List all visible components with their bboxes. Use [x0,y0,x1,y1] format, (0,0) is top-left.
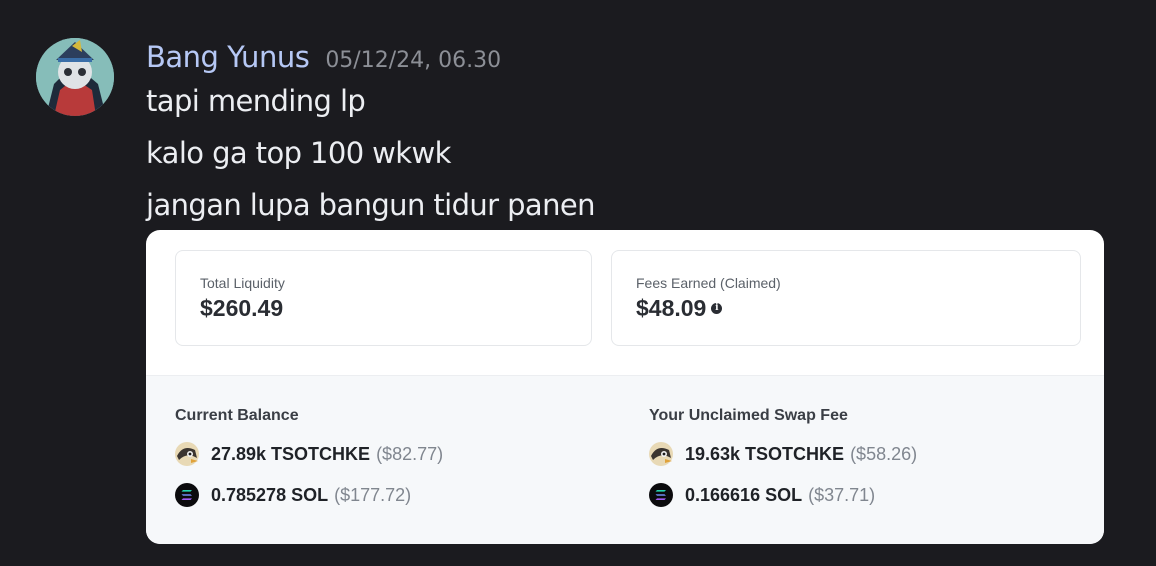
unclaimed-swap-fee-title: Your Unclaimed Swap Fee [649,407,848,424]
message-line: tapi mending lp [146,84,366,118]
solana-token-icon [175,483,199,507]
token-amount: 19.63k TSOTCHKE [685,443,845,464]
fee-row: 19.63k TSOTCHKE ($58.26) [649,442,917,466]
stat-label: Fees Earned (Claimed) [636,275,781,291]
token-usd-value: ($37.71) [808,484,876,505]
message-line: kalo ga top 100 wkwk [146,136,451,170]
balance-row: 27.89k TSOTCHKE ($82.77) [175,442,443,466]
total-liquidity-box: Total Liquidity $260.49 [175,250,592,346]
attached-image-card[interactable]: Total Liquidity $260.49 Fees Earned (Cla… [146,230,1104,544]
balance-row: 0.785278 SOL ($177.72) [175,483,411,507]
tsotchke-token-icon [649,442,673,466]
stat-label: Total Liquidity [200,275,285,291]
username[interactable]: Bang Yunus [146,40,310,74]
user-avatar[interactable] [36,38,114,116]
avatar-image [36,38,114,116]
token-usd-value: ($58.26) [850,443,918,464]
fees-earned-box: Fees Earned (Claimed) $48.09 i [611,250,1081,346]
token-usd-value: ($82.77) [376,443,444,464]
message-timestamp[interactable]: 05/12/24, 06.30 [325,48,501,73]
message-line: jangan lupa bangun tidur panen [146,188,596,222]
fee-row: 0.166616 SOL ($37.71) [649,483,875,507]
info-icon[interactable]: i [711,303,723,314]
token-amount: 0.785278 SOL [211,484,329,505]
current-balance-title: Current Balance [175,407,299,424]
token-amount: 27.89k TSOTCHKE [211,443,371,464]
tsotchke-token-icon [175,442,199,466]
token-amount: 0.166616 SOL [685,484,803,505]
token-usd-value: ($177.72) [334,484,412,505]
total-liquidity-value: $260.49 [200,295,284,321]
fees-earned-value: $48.09 [636,295,707,321]
balance-section: Current Balance 27.89k TSOTCHKE ($82.77) [146,375,1104,544]
solana-token-icon [649,483,673,507]
